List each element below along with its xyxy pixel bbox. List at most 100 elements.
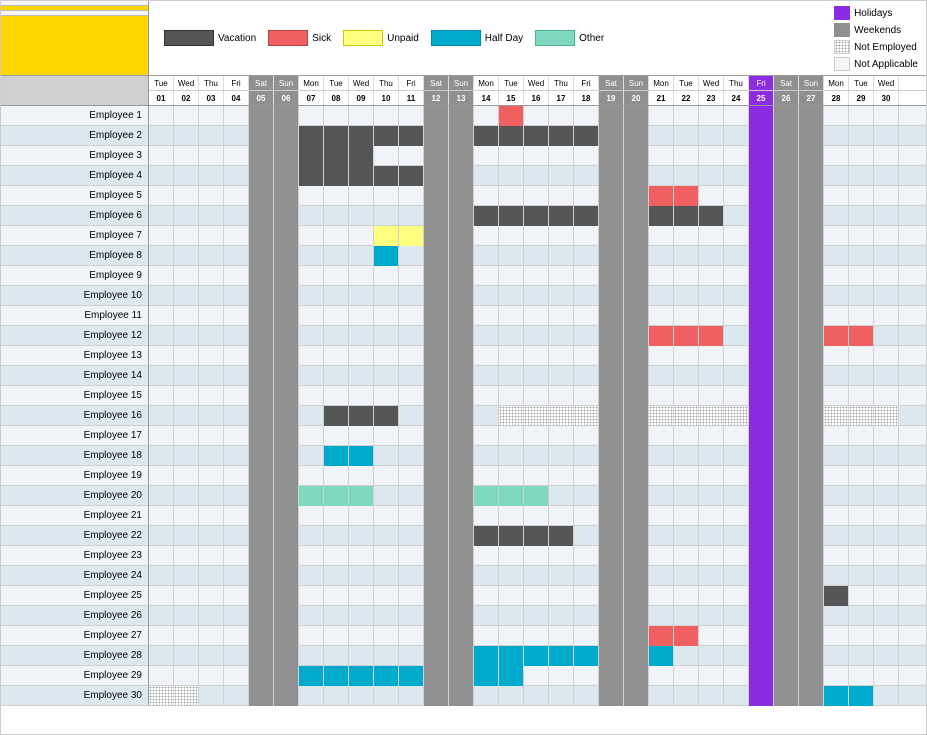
grid-cell — [149, 646, 174, 666]
grid-cell — [174, 226, 199, 246]
grid-cell — [574, 486, 599, 506]
grid-cell — [624, 186, 649, 206]
grid-cell — [724, 306, 749, 326]
grid-cell — [474, 566, 499, 586]
grid-cell — [149, 426, 174, 446]
grid-cell — [624, 446, 649, 466]
grid-cell — [449, 206, 474, 226]
grid-cell — [399, 146, 424, 166]
grid-cell — [574, 566, 599, 586]
grid-cell — [249, 286, 274, 306]
grid-cell — [199, 646, 224, 666]
grid-cell — [249, 406, 274, 426]
name-row: Employee 2 — [1, 126, 149, 146]
grid-cell — [874, 186, 899, 206]
grid-cell — [299, 546, 324, 566]
grid-cell — [249, 186, 274, 206]
grid-cell — [424, 386, 449, 406]
grid-cell — [424, 566, 449, 586]
grid-cell — [249, 386, 274, 406]
grid-cell — [449, 466, 474, 486]
grid-cell — [599, 666, 624, 686]
grid-cell — [824, 306, 849, 326]
employee-name-header — [1, 76, 149, 106]
grid-cell — [199, 686, 224, 706]
grid-cell — [549, 586, 574, 606]
grid-cell — [249, 146, 274, 166]
grid-cell — [424, 266, 449, 286]
grid-cell — [824, 366, 849, 386]
grid-cell — [274, 566, 299, 586]
grid-cell — [624, 466, 649, 486]
grid-cell — [749, 166, 774, 186]
grid-cell — [749, 246, 774, 266]
grid-cell — [324, 226, 349, 246]
grid-cell — [249, 266, 274, 286]
grid-cell — [749, 426, 774, 446]
grid-cell — [774, 646, 799, 666]
grid-cell — [149, 206, 174, 226]
grid-cell — [724, 206, 749, 226]
grid-cell — [874, 606, 899, 626]
grid-cell — [149, 526, 174, 546]
grid-cell — [474, 526, 499, 546]
grid-cell — [624, 546, 649, 566]
grid-cell — [799, 246, 824, 266]
grid-cell — [599, 266, 624, 286]
name-row: Employee 22 — [1, 526, 149, 546]
grid-cell — [524, 466, 549, 486]
grid-cell — [599, 366, 624, 386]
grid-cell — [574, 206, 599, 226]
grid-cell — [299, 186, 324, 206]
grid-row — [149, 286, 926, 306]
grid-cell — [399, 286, 424, 306]
name-row: Employee 15 — [1, 386, 149, 406]
grid-cell — [224, 666, 249, 686]
grid-cell — [274, 506, 299, 526]
grid-cell — [849, 426, 874, 446]
grid-cell — [249, 606, 274, 626]
grid-cell — [449, 586, 474, 606]
grid-cell — [599, 386, 624, 406]
grid-cell — [149, 106, 174, 126]
grid-cell — [224, 506, 249, 526]
grid-cell — [699, 206, 724, 226]
grid-cell — [774, 446, 799, 466]
grid-cell — [599, 466, 624, 486]
grid-cell — [799, 506, 824, 526]
grid-cell — [824, 326, 849, 346]
grid-cell — [149, 446, 174, 466]
grid-cell — [274, 286, 299, 306]
grid-cell — [374, 366, 399, 386]
grid-cell — [774, 346, 799, 366]
grid-cell — [299, 466, 324, 486]
grid-cell — [774, 426, 799, 446]
grid-cell — [674, 386, 699, 406]
grid-cell — [299, 246, 324, 266]
grid-cell — [299, 226, 324, 246]
grid-cell — [674, 226, 699, 246]
grid-cell — [874, 686, 899, 706]
grid-cell — [324, 546, 349, 566]
grid-cell — [274, 426, 299, 446]
grid-cell — [199, 306, 224, 326]
grid-cell — [324, 386, 349, 406]
grid-cell — [299, 686, 324, 706]
grid-cell — [874, 486, 899, 506]
grid-cell — [549, 166, 574, 186]
grid-cell — [649, 526, 674, 546]
grid-cell — [574, 286, 599, 306]
grid-cell — [349, 286, 374, 306]
sick-label: Sick — [312, 33, 331, 44]
grid-cell — [649, 106, 674, 126]
grid-cell — [424, 646, 449, 666]
grid-cell — [649, 686, 674, 706]
grid-cell — [349, 626, 374, 646]
grid-cell — [224, 166, 249, 186]
grid-cell — [174, 426, 199, 446]
grid-cell — [749, 506, 774, 526]
grid-cell — [399, 126, 424, 146]
grid-row — [149, 566, 926, 586]
grid-row — [149, 606, 926, 626]
grid-cell — [324, 306, 349, 326]
